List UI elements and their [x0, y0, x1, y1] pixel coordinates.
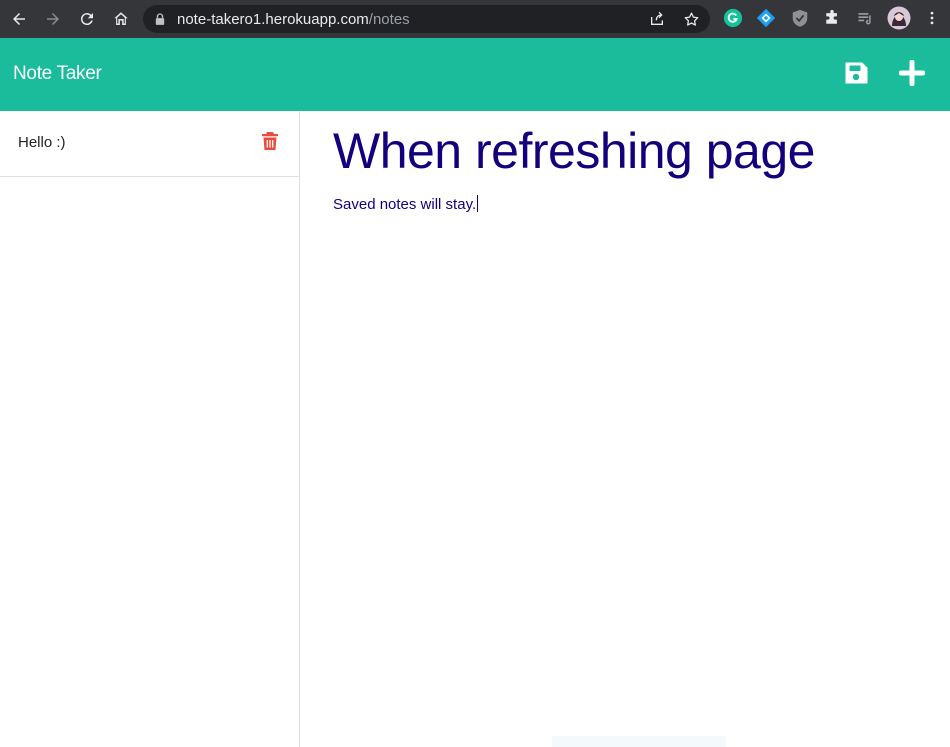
note-editor: When refreshing page Saved notes will st… [300, 111, 950, 747]
note-list-item-title[interactable]: Hello :) [18, 134, 66, 151]
forward-icon[interactable] [36, 0, 70, 38]
menu-dots-icon[interactable] [921, 7, 943, 29]
brand-title[interactable]: Note Taker [13, 63, 102, 85]
trash-icon[interactable] [261, 131, 279, 151]
profile-avatar[interactable] [887, 6, 911, 30]
note-title-input[interactable]: When refreshing page [333, 122, 815, 180]
reading-list-icon[interactable] [854, 7, 876, 29]
home-icon[interactable] [104, 0, 138, 38]
browser-toolbar: note-takero1.herokuapp.com/notes [0, 0, 950, 38]
text-caret [477, 195, 479, 212]
grammarly-icon[interactable] [722, 7, 744, 29]
extension-diamond-icon[interactable] [755, 7, 777, 29]
save-note-button[interactable] [843, 60, 869, 86]
star-icon[interactable] [682, 10, 700, 28]
faint-overlay [552, 736, 726, 747]
puzzle-icon[interactable] [821, 7, 843, 29]
lock-icon [155, 12, 167, 26]
share-icon[interactable] [648, 10, 666, 28]
app-navbar: Note Taker [0, 38, 950, 111]
url-text: note-takero1.herokuapp.com/notes [177, 11, 410, 28]
note-title-text: When refreshing page [333, 123, 815, 179]
address-bar[interactable]: note-takero1.herokuapp.com/notes [143, 5, 710, 33]
note-body-text: Saved notes will stay. [333, 196, 477, 213]
new-note-button[interactable] [898, 59, 926, 87]
plus-icon [898, 59, 926, 87]
reload-icon[interactable] [70, 0, 104, 38]
save-icon [845, 62, 868, 84]
shield-extension-icon[interactable] [789, 7, 811, 29]
note-list-item[interactable]: Hello :) [0, 111, 299, 177]
note-textarea[interactable]: Saved notes will stay. [333, 195, 479, 213]
back-icon[interactable] [2, 0, 36, 38]
notes-sidebar: Hello :) [0, 111, 300, 747]
url-host: note-takero1.herokuapp.com [177, 10, 369, 28]
url-path: /notes [368, 10, 410, 28]
